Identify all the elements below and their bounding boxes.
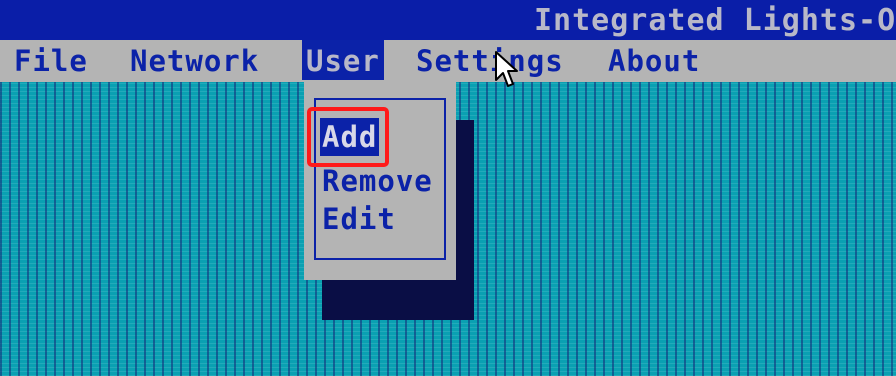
mouse-pointer-icon <box>495 51 518 87</box>
menu-settings[interactable]: Settings <box>412 40 568 80</box>
menu-item-edit[interactable]: Edit <box>320 200 398 238</box>
menu-file[interactable]: File <box>10 40 92 80</box>
menu-about[interactable]: About <box>604 40 704 80</box>
menu-network[interactable]: Network <box>126 40 263 80</box>
window-title: Integrated Lights-O <box>534 3 896 38</box>
title-bar: Integrated Lights-O <box>0 0 896 40</box>
menu-item-remove[interactable]: Remove <box>320 162 435 200</box>
highlight-annotation <box>307 107 389 167</box>
menu-user[interactable]: User <box>302 40 384 80</box>
menu-bar: File Network User Settings About <box>0 40 896 82</box>
